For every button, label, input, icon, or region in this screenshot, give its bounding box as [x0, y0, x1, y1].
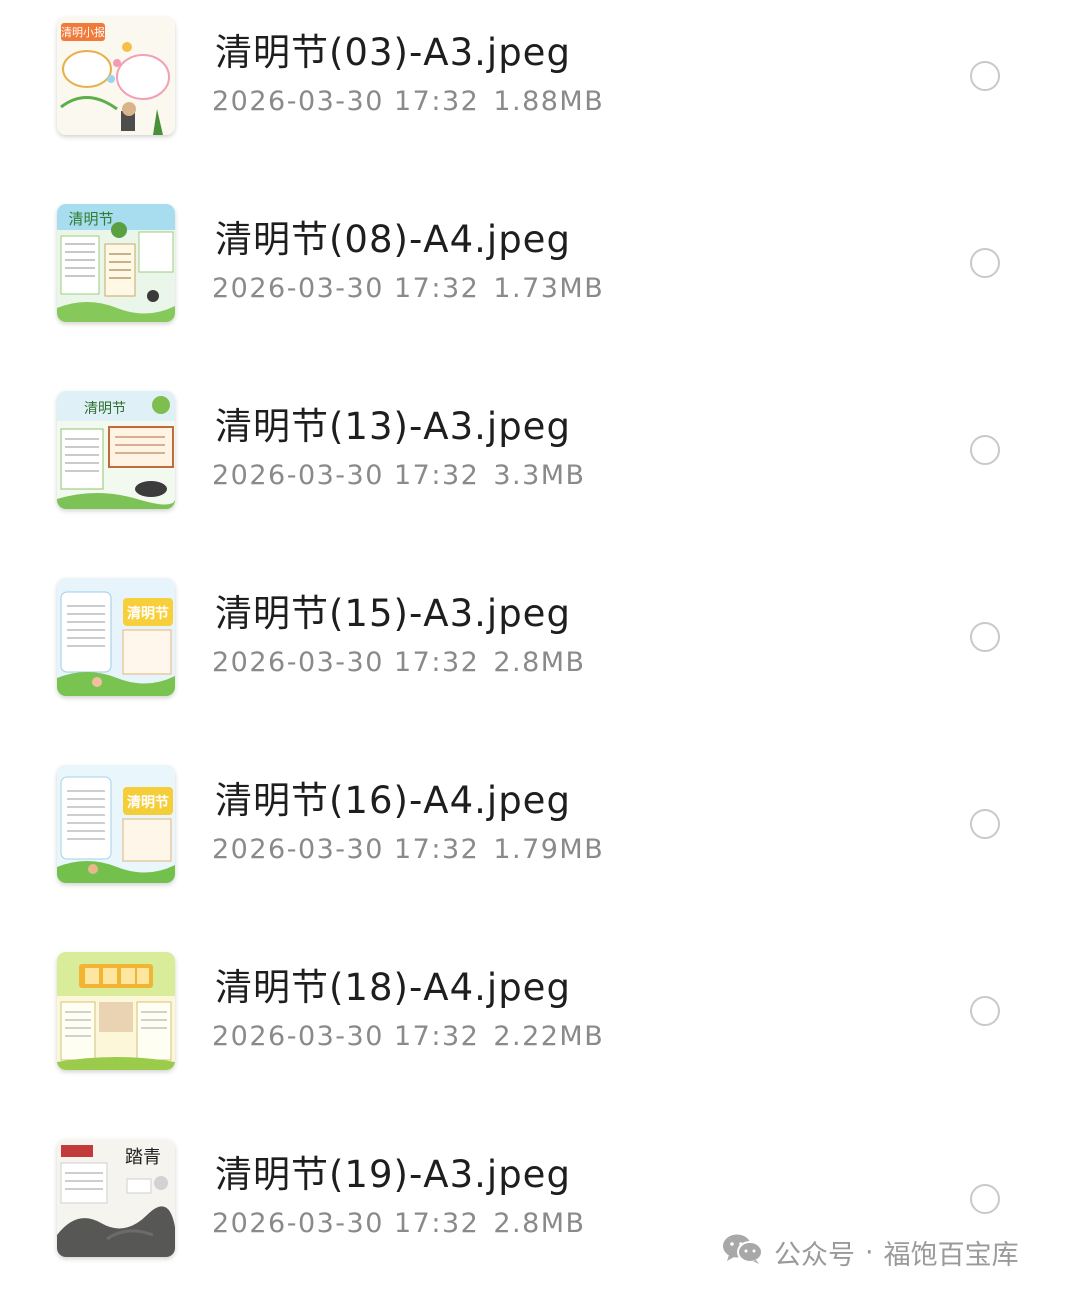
select-radio[interactable] [970, 622, 1000, 652]
watermark-separator: · [865, 1236, 874, 1268]
watermark-account-name: 福饱百宝库 [883, 1239, 1019, 1271]
file-name: 清明节(13)-A3.jpeg [215, 405, 571, 448]
file-name: 清明节(19)-A3.jpeg [215, 1153, 571, 1196]
thumbnail-title: 踏青 [125, 1147, 161, 1168]
select-radio[interactable] [970, 435, 1000, 465]
thumbnail-image[interactable]: 踏青 [57, 1139, 175, 1257]
file-meta: 2026-03-30 17:32 1.73MB [212, 273, 604, 304]
thumbnail-title: 清明节 [127, 794, 169, 811]
select-radio[interactable] [970, 996, 1000, 1026]
file-date: 2026-03-30 17:32 [212, 834, 480, 865]
thumbnail-image[interactable]: 清明节 [57, 204, 175, 322]
file-size: 3.3MB [493, 460, 586, 491]
select-radio[interactable] [970, 61, 1000, 91]
file-row[interactable]: 清明节 清明节(08)-A4.jpeg 2026-03-30 17:32 1.73… [0, 187, 1080, 374]
file-date: 2026-03-30 17:32 [212, 1208, 480, 1239]
file-meta: 2026-03-30 17:32 1.88MB [212, 86, 604, 117]
file-row[interactable]: 清明节 清明节(15)-A3.jpeg 2026-03-30 17:32 2.8M… [0, 561, 1080, 748]
select-radio[interactable] [970, 248, 1000, 278]
file-name: 清明节(15)-A3.jpeg [215, 592, 571, 635]
file-row[interactable]: 踏青 清明节(19)-A3.jpeg 2026-03-30 17:32 2.8MB [0, 1122, 1080, 1309]
thumbnail-image[interactable]: 清明节 [57, 578, 175, 696]
thumbnail-title: 清明节 [84, 401, 126, 417]
select-radio[interactable] [970, 809, 1000, 839]
watermark: 公众号 · 福饱百宝库 [722, 1232, 1019, 1272]
file-meta: 2026-03-30 17:32 3.3MB [212, 460, 586, 491]
file-row[interactable]: 清明节 清明节(16)-A4.jpeg 2026-03-30 17:32 1.79… [0, 748, 1080, 935]
thumbnail-image[interactable]: 清明小报 [57, 17, 175, 135]
wechat-icon [722, 1233, 764, 1272]
file-name: 清明节(18)-A4.jpeg [215, 966, 571, 1009]
file-date: 2026-03-30 17:32 [212, 273, 480, 304]
file-row[interactable]: 清明小报 清明节(03)-A3.jpeg 2026-03-30 17:32 1.8… [0, 0, 1080, 187]
file-size: 2.8MB [493, 1208, 586, 1239]
file-row[interactable]: 清明节(18)-A4.jpeg 2026-03-30 17:32 2.22MB [0, 935, 1080, 1122]
file-meta: 2026-03-30 17:32 1.79MB [212, 834, 604, 865]
thumbnail-title: 清明节 [68, 210, 113, 228]
file-date: 2026-03-30 17:32 [212, 460, 480, 491]
file-name: 清明节(03)-A3.jpeg [215, 31, 571, 74]
thumbnail-title: 清明小报 [61, 25, 105, 39]
file-size: 1.73MB [493, 273, 605, 304]
file-date: 2026-03-30 17:32 [212, 1021, 480, 1052]
file-name: 清明节(08)-A4.jpeg [215, 218, 571, 261]
file-size: 1.79MB [493, 834, 605, 865]
file-date: 2026-03-30 17:32 [212, 86, 480, 117]
file-meta: 2026-03-30 17:32 2.22MB [212, 1021, 604, 1052]
file-size: 2.22MB [493, 1021, 605, 1052]
thumbnail-title: 清明节 [127, 605, 169, 622]
select-radio[interactable] [970, 1184, 1000, 1214]
file-size: 1.88MB [493, 86, 605, 117]
file-meta: 2026-03-30 17:32 2.8MB [212, 1208, 586, 1239]
file-date: 2026-03-30 17:32 [212, 647, 480, 678]
file-list: 清明小报 清明节(03)-A3.jpeg 2026-03-30 17:32 1.8… [0, 0, 1080, 1295]
file-row[interactable]: 清明节 清明节(13)-A3.jpeg 2026-03-30 17:32 3.3M… [0, 374, 1080, 561]
watermark-account-label: 公众号 [774, 1239, 855, 1271]
thumbnail-image[interactable] [57, 952, 175, 1070]
thumbnail-image[interactable]: 清明节 [57, 391, 175, 509]
thumbnail-image[interactable]: 清明节 [57, 765, 175, 883]
file-size: 2.8MB [493, 647, 586, 678]
file-meta: 2026-03-30 17:32 2.8MB [212, 647, 586, 678]
file-name: 清明节(16)-A4.jpeg [215, 779, 571, 822]
